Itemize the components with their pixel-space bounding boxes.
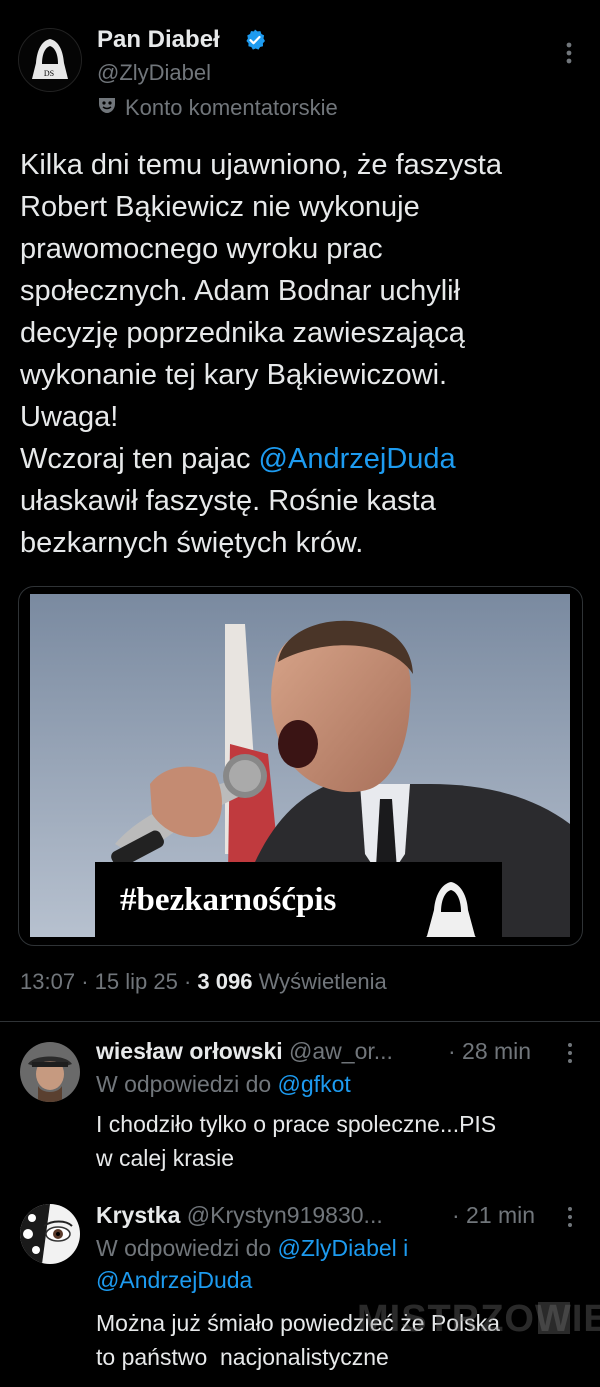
reply-to: W odpowiedzi do @ZlyDiabel i @AndrzejDud…	[96, 1232, 408, 1296]
views-count: 3 096	[197, 969, 253, 994]
reply-header: Krystka @Krystyn919830...	[96, 1202, 383, 1229]
reply-time[interactable]: · 28 min	[448, 1038, 531, 1065]
theater-mask-icon	[99, 98, 115, 113]
hooded-figure-logo-icon: DS	[426, 882, 476, 937]
reply-author-name[interactable]: Krystka	[96, 1202, 180, 1228]
reply-item[interactable]: wiesław orłowski @aw_or... · 28 min W od…	[0, 1038, 600, 1188]
reply-author-name[interactable]: wiesław orłowski	[96, 1038, 283, 1064]
post-text-part2: ułaskawił faszystę. Rośnie kasta bezkarn…	[20, 485, 436, 559]
reply-to-mention[interactable]: @ZlyDiabel i	[278, 1235, 409, 1261]
reply-author-handle[interactable]: @Krystyn919830...	[187, 1202, 383, 1228]
account-label-text: Konto komentatorskie	[125, 95, 338, 120]
post-text-part1: Kilka dni temu ujawniono, że faszysta Ro…	[20, 149, 502, 475]
hashtag-banner: #bezkarnośćpis DS	[95, 862, 502, 937]
reply-to-label: W odpowiedzi do	[96, 1235, 272, 1261]
reply-to-mention-2[interactable]: @AndrzejDuda	[96, 1267, 252, 1293]
more-options-icon[interactable]	[562, 1040, 578, 1066]
divider	[0, 1021, 600, 1022]
photo-speaker: #bezkarnośćpis DS	[30, 594, 570, 937]
reply-text: I chodziło tylko o prace spoleczne...PIS…	[96, 1111, 497, 1171]
reply-to-mention[interactable]: @gfkot	[278, 1071, 351, 1097]
account-type-label: Konto komentatorskie	[97, 95, 338, 121]
post-date[interactable]: 15 lip 25	[95, 969, 178, 994]
reply-header: wiesław orłowski @aw_or...	[96, 1038, 393, 1065]
more-options-icon[interactable]	[562, 1204, 578, 1230]
reply-author-handle[interactable]: @aw_or...	[289, 1038, 393, 1064]
author-handle[interactable]: @ZlyDiabel	[97, 60, 211, 86]
reply-time[interactable]: · 21 min	[452, 1202, 535, 1229]
post-image[interactable]: #bezkarnośćpis DS	[18, 586, 583, 946]
image-hashtag: #bezkarnośćpis	[120, 882, 337, 918]
more-options-icon[interactable]	[559, 38, 579, 68]
main-post: DS Pan Diabeł @ZlyDiabel Konto komentato…	[0, 0, 600, 1020]
post-text: Kilka dni temu ujawniono, że faszysta Ro…	[20, 144, 590, 564]
reply-to-label: W odpowiedzi do	[96, 1071, 272, 1097]
author-avatar[interactable]: DS	[18, 28, 82, 92]
reply-to: W odpowiedzi do @gfkot	[96, 1068, 351, 1100]
reply-avatar[interactable]	[20, 1042, 80, 1102]
post-time[interactable]: 13:07	[20, 969, 75, 994]
views-label: Wyświetlenia	[258, 969, 387, 994]
verified-badge-icon	[246, 29, 265, 50]
post-meta: 13:07 · 15 lip 25 · 3 096 Wyświetlenia	[20, 969, 387, 995]
meta-dot-2: ·	[183, 969, 192, 994]
reply-avatar[interactable]	[20, 1204, 80, 1264]
avatar-logo-text: DS	[44, 69, 54, 78]
reply-item[interactable]: Krystka @Krystyn919830... · 21 min W odp…	[0, 1202, 600, 1387]
watermark-logo-icon	[538, 1302, 570, 1334]
meta-dot: ·	[81, 969, 89, 994]
author-name[interactable]: Pan Diabeł	[97, 26, 220, 54]
mention-link[interactable]: @AndrzejDuda	[259, 443, 456, 475]
